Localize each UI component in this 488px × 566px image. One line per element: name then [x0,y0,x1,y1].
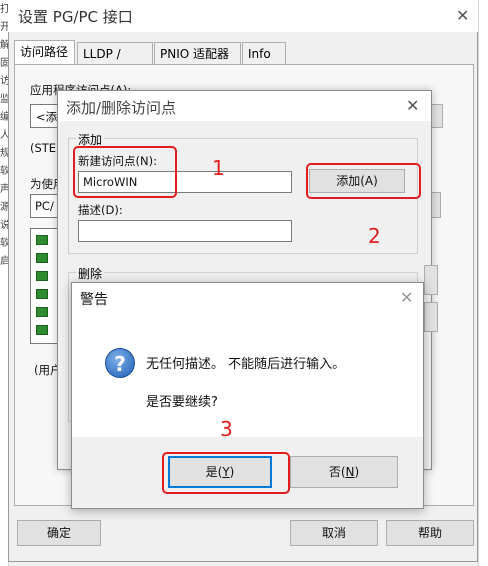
annotation-box-1 [73,146,177,198]
cancel-button[interactable]: 取消 [290,520,378,546]
close-button-partial[interactable] [424,302,438,332]
warning-question: 是否要继续? [146,395,218,410]
properties-button[interactable] [431,192,441,218]
add-delete-close-icon[interactable]: ✕ [406,96,419,115]
annotation-box-2 [306,163,421,199]
tab-info[interactable]: Info [242,42,286,64]
main-close-icon[interactable]: ✕ [456,6,469,25]
main-window-title: 设置 PG/PC 接口 [18,8,133,26]
warning-title: 警告 [80,292,108,308]
no-label: 否( [328,465,346,479]
network-adapter-icon [36,271,48,281]
interface-field[interactable]: PC/ [30,194,60,218]
description-label: 描述(D): [78,203,123,217]
network-adapter-icon [36,325,48,335]
network-adapter-icon [36,235,48,245]
delete-group-title: 删除 [76,265,105,282]
add-delete-dialog-title: 添加/删除访问点 [66,99,177,117]
no-button[interactable]: 否(N) [290,456,398,488]
warning-body: ? 无任何描述。 不能随后进行输入。 是否要继续? [72,313,423,437]
no-label-end: ) [354,465,360,479]
dropdown-arrow[interactable] [431,104,443,128]
app-access-point-select[interactable]: <添 [30,104,60,128]
delete-button-partial[interactable] [424,265,438,295]
network-adapter-icon [36,253,48,263]
annotation-box-3 [162,452,290,494]
tab-access-path[interactable]: 访问路径 [14,40,75,65]
warning-title-bar: 警告 ✕ [72,283,423,313]
warning-message: 无任何描述。 不能随后进行输入。 [146,357,346,372]
main-title-bar: 设置 PG/PC 接口 ✕ [8,0,478,32]
annotation-number-1: 1 [212,156,225,180]
add-delete-title-bar: 添加/删除访问点 ✕ [58,91,431,121]
network-adapter-icon [36,289,48,299]
interface-list[interactable] [30,228,60,344]
description-input[interactable] [78,220,292,242]
help-button[interactable]: 帮助 [386,520,474,546]
background-app-strip-right [478,0,488,566]
annotation-number-3: 3 [220,417,233,441]
step-label: (STE [30,141,57,155]
ok-button[interactable]: 确定 [17,520,101,546]
network-adapter-icon [36,307,48,317]
app-access-value: <添 [36,110,58,124]
interface-value: PC/ [35,199,54,213]
tab-pnio-adapter[interactable]: PNIO 适配器 [154,42,241,64]
warning-close-icon[interactable]: ✕ [400,288,413,307]
question-icon: ? [105,348,135,378]
annotation-number-2: 2 [368,224,381,248]
tab-lldp-dcp[interactable]: LLDP / DCP [77,42,153,83]
